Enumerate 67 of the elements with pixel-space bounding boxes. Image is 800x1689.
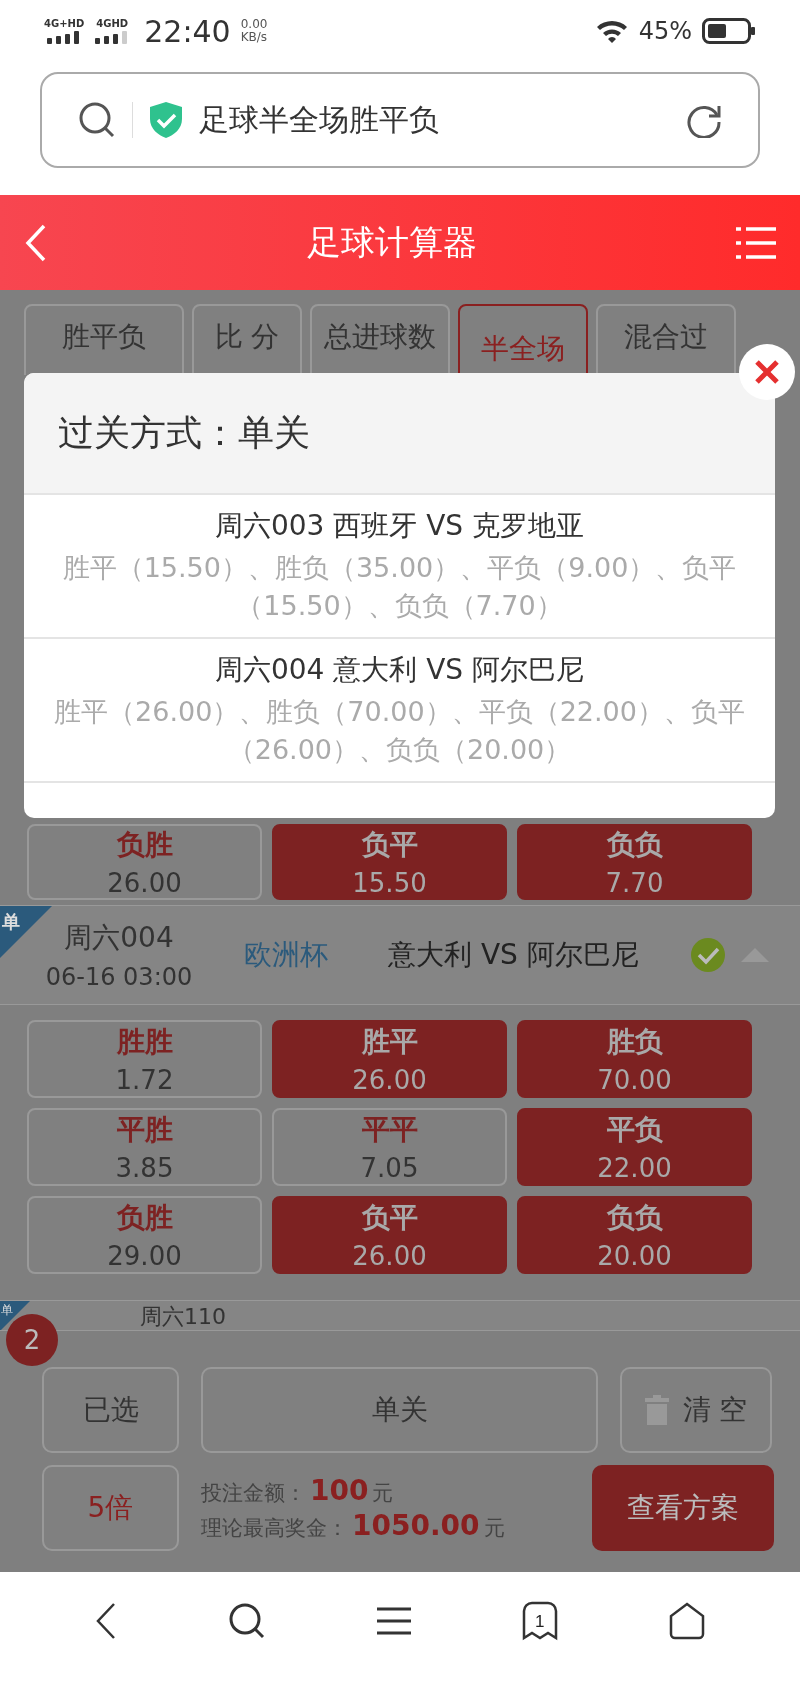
play-type-tab[interactable]: 总进球数 xyxy=(310,304,450,375)
odds-option[interactable]: 胜负 70.00 xyxy=(517,1020,752,1098)
currency-unit: 元 xyxy=(483,1515,505,1542)
odds-option[interactable]: 负负 20.00 xyxy=(517,1196,752,1274)
match-number: 周六110 xyxy=(140,1304,226,1330)
odds-option[interactable]: 负平 26.00 xyxy=(272,1196,507,1274)
network-label: 4G+HD xyxy=(44,18,85,30)
home-button[interactable] xyxy=(668,1601,705,1640)
address-bar[interactable]: 足球半全场胜平负 xyxy=(40,72,760,168)
play-type-tab[interactable]: 比 分 xyxy=(192,304,302,375)
single-badge: 单 xyxy=(0,906,52,958)
match-teams: 意大利 VS 阿尔巴尼 xyxy=(388,937,640,973)
battery-percent: 45% xyxy=(638,17,692,45)
league-name: 欧洲杯 xyxy=(244,937,328,973)
dialog-match: 周六004 意大利 VS 阿尔巴尼 xyxy=(214,652,585,688)
dialog-title: 过关方式：单关 xyxy=(24,373,775,495)
max-prize-amount: 1050.00 xyxy=(352,1509,480,1542)
network-speed: 0.00 xyxy=(240,18,268,31)
match-number: 周六004 xyxy=(64,920,174,956)
trash-icon xyxy=(644,1395,669,1425)
odds-option[interactable]: 胜胜 1.72 xyxy=(27,1020,262,1098)
view-plan-button[interactable]: 查看方案 xyxy=(592,1465,774,1551)
currency-unit: 元 xyxy=(372,1480,394,1507)
odds-option[interactable]: 负胜 26.00 xyxy=(27,824,262,900)
back-icon xyxy=(95,1601,118,1640)
back-icon[interactable] xyxy=(24,222,48,263)
odds-option[interactable]: 平平 7.05 xyxy=(272,1108,507,1186)
play-type-tab[interactable]: 胜平负 xyxy=(24,304,184,375)
home-icon xyxy=(668,1601,705,1640)
stake-amount: 100 xyxy=(310,1474,369,1507)
search-button[interactable] xyxy=(228,1601,267,1640)
selected-button[interactable]: 已选 xyxy=(42,1367,179,1453)
dialog-match: 周六003 西班牙 VS 克罗地亚 xyxy=(214,508,585,544)
network-label: 4GHD xyxy=(96,18,129,30)
pass-mode-button[interactable]: 单关 xyxy=(201,1367,598,1453)
stake-label: 投注金额： xyxy=(201,1480,306,1507)
clear-button[interactable]: 清 空 xyxy=(620,1367,772,1453)
menu-button[interactable] xyxy=(377,1606,411,1635)
close-icon xyxy=(754,359,780,385)
battery-icon xyxy=(702,18,756,44)
tabs-icon xyxy=(521,1600,558,1641)
shield-check-icon xyxy=(149,101,183,139)
odds-option[interactable]: 负平 15.50 xyxy=(272,824,507,900)
odds-option[interactable]: 负负 7.70 xyxy=(517,824,752,900)
play-type-tab[interactable]: 半全场 xyxy=(458,304,588,375)
clock-time: 22:40 xyxy=(144,13,231,49)
search-icon xyxy=(78,101,116,139)
odds-option[interactable]: 平负 22.00 xyxy=(517,1108,752,1186)
dialog-selections: 胜平（15.50）、胜负（35.00）、平负（9.00）、负平（15.50）、负负（7.70） xyxy=(61,551,738,623)
multiple-button[interactable]: 5倍 xyxy=(42,1465,179,1551)
max-prize-label: 理论最高奖金： xyxy=(201,1515,348,1542)
page-title: 足球计算器 xyxy=(306,220,478,264)
menu-icon[interactable] xyxy=(736,225,776,260)
close-button[interactable] xyxy=(739,344,795,400)
play-type-tab[interactable]: 混合过 xyxy=(596,304,736,375)
odds-option[interactable]: 负胜 29.00 xyxy=(27,1196,262,1274)
address-text: 足球半全场胜平负 xyxy=(199,100,440,139)
dialog-selections: 胜平（26.00）、胜负（70.00）、平负（22.00）、负平（26.00）、负负（20.00） xyxy=(54,695,745,767)
odds-option[interactable]: 胜平 26.00 xyxy=(272,1020,507,1098)
back-button[interactable] xyxy=(95,1601,118,1640)
speed-unit: KB/s xyxy=(240,31,268,44)
tabs-button[interactable]: 1 xyxy=(521,1600,558,1641)
menu-icon xyxy=(377,1606,411,1635)
search-icon xyxy=(228,1601,267,1640)
match-time: 06-16 03:00 xyxy=(45,963,193,991)
check-icon[interactable] xyxy=(690,937,726,973)
odds-option[interactable]: 平胜 3.85 xyxy=(27,1108,262,1186)
